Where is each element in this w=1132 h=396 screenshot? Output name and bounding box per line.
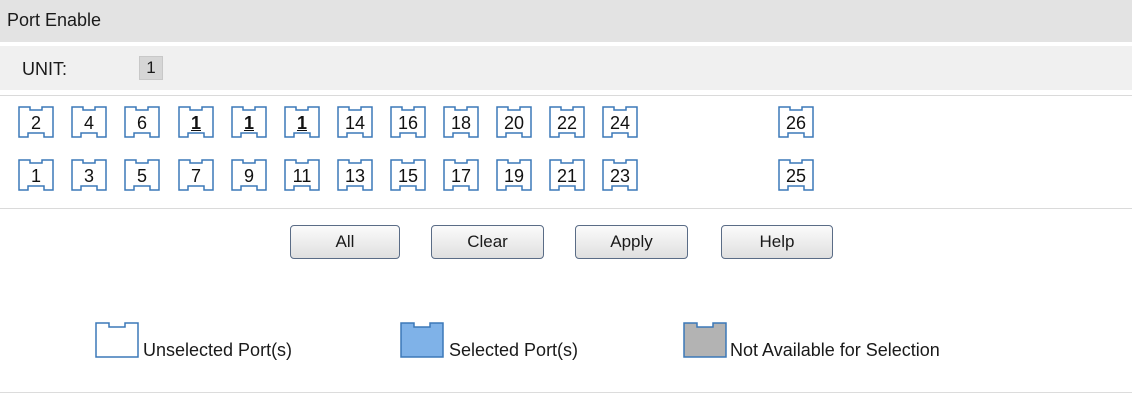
port-number: 18 (450, 113, 472, 133)
port-top-9[interactable]: 20 (496, 106, 532, 138)
port-bottom-8[interactable]: 17 (443, 159, 479, 191)
port-number: 9 (243, 166, 254, 186)
legend-selected: Selected Port(s) (449, 340, 579, 360)
port-bottom-12[interactable]: 25 (778, 159, 814, 191)
port-number: 23 (609, 166, 631, 186)
port-number: 14 (344, 113, 366, 133)
port-top-5[interactable]: 1 (284, 106, 320, 138)
port-bottom-9[interactable]: 19 (496, 159, 532, 191)
legend-unavailable: Not Available for Selection (730, 340, 940, 360)
port-number: 2 (30, 113, 41, 133)
port-number: 13 (344, 166, 366, 186)
panel-header: Port Enable (0, 0, 1132, 42)
port-row-top: 2 4 6 1 1 1 14 16 18 20 22 24 26 (0, 106, 1132, 142)
port-bottom-6[interactable]: 13 (337, 159, 373, 191)
port-bottom-5[interactable]: 11 (284, 159, 320, 191)
port-top-4[interactable]: 1 (231, 106, 267, 138)
port-number: 26 (785, 113, 807, 133)
port-bottom-3[interactable]: 7 (178, 159, 214, 191)
port-number: 4 (83, 113, 94, 133)
port-top-7[interactable]: 16 (390, 106, 426, 138)
port-number: 19 (503, 166, 525, 186)
unselected-port-icon (95, 322, 139, 358)
port-number: 1 (190, 113, 201, 133)
port-number: 7 (190, 166, 201, 186)
port-top-3[interactable]: 1 (178, 106, 214, 138)
port-bottom-10[interactable]: 21 (549, 159, 585, 191)
port-number: 15 (397, 166, 419, 186)
port-top-11[interactable]: 24 (602, 106, 638, 138)
port-top-8[interactable]: 18 (443, 106, 479, 138)
unavailable-port-icon (683, 322, 727, 358)
port-number: 21 (556, 166, 578, 186)
unit-label: UNIT: (22, 59, 67, 79)
legend-unselected: Unselected Port(s) (143, 340, 293, 360)
port-bottom-4[interactable]: 9 (231, 159, 267, 191)
help-button[interactable]: Help (721, 225, 833, 259)
port-number: 17 (450, 166, 472, 186)
port-number: 16 (397, 113, 419, 133)
port-number: 5 (136, 166, 147, 186)
port-row-bottom: 1 3 5 7 9 11 13 15 17 19 21 23 25 (0, 159, 1132, 195)
port-number: 1 (30, 166, 41, 186)
port-number: 6 (136, 113, 147, 133)
port-number: 3 (83, 166, 94, 186)
port-top-2[interactable]: 6 (124, 106, 160, 138)
port-bottom-11[interactable]: 23 (602, 159, 638, 191)
port-number: 1 (243, 113, 254, 133)
port-panel: 2 4 6 1 1 1 14 16 18 20 22 24 26 1 3 5 7 9 11 13 15 17 19 21 23… (0, 95, 1132, 209)
unit-selector[interactable]: 1 (139, 56, 163, 80)
port-bottom-7[interactable]: 15 (390, 159, 426, 191)
port-number: 22 (556, 113, 578, 133)
panel-title: Port Enable (7, 10, 102, 30)
port-number: 11 (292, 166, 312, 186)
port-top-0[interactable]: 2 (18, 106, 54, 138)
unit-row: UNIT: 1 (0, 46, 1132, 90)
port-number: 25 (785, 166, 807, 186)
port-number: 1 (296, 113, 307, 133)
port-top-10[interactable]: 22 (549, 106, 585, 138)
port-bottom-2[interactable]: 5 (124, 159, 160, 191)
bottom-divider (0, 392, 1132, 393)
apply-button[interactable]: Apply (575, 225, 688, 259)
port-bottom-0[interactable]: 1 (18, 159, 54, 191)
all-button[interactable]: All (290, 225, 400, 259)
port-top-6[interactable]: 14 (337, 106, 373, 138)
port-bottom-1[interactable]: 3 (71, 159, 107, 191)
selected-port-icon (400, 322, 444, 358)
clear-button[interactable]: Clear (431, 225, 544, 259)
port-top-1[interactable]: 4 (71, 106, 107, 138)
port-number: 24 (609, 113, 631, 133)
port-number: 20 (503, 113, 525, 133)
port-top-12[interactable]: 26 (778, 106, 814, 138)
